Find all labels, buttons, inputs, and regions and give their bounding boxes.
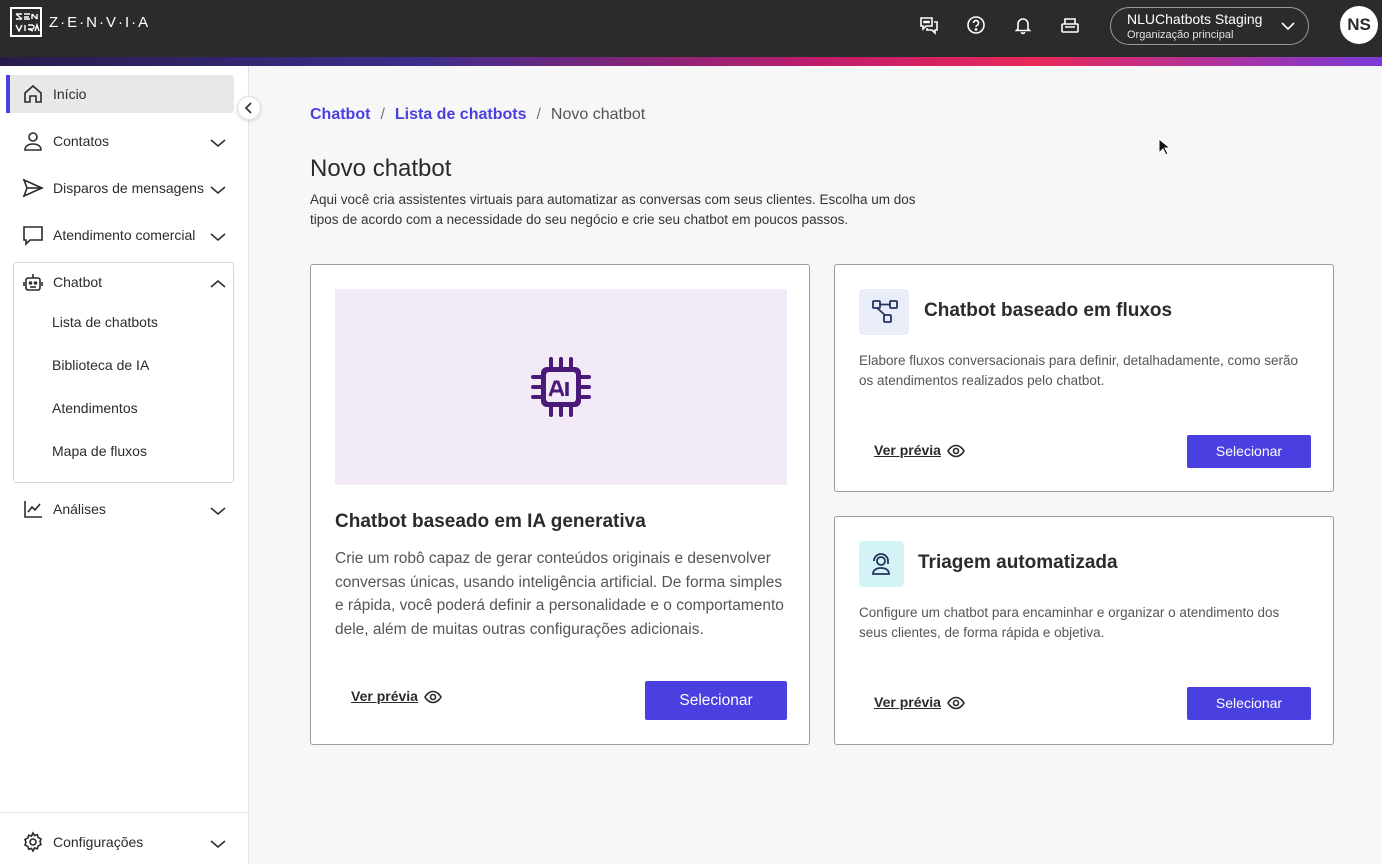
sidebar-item-label: Atendimento comercial xyxy=(53,227,196,243)
chevron-down-icon xyxy=(210,233,226,241)
breadcrumb-lista-chatbots[interactable]: Lista de chatbots xyxy=(395,106,527,123)
page-description: Aqui você cria assistentes virtuais para… xyxy=(310,192,916,227)
ai-hero-banner xyxy=(335,289,787,485)
eye-icon xyxy=(947,444,965,458)
card-triage: Triagem automatizada Configure um chatbo… xyxy=(834,516,1334,745)
select-button[interactable]: Selecionar xyxy=(1187,687,1311,720)
preview-label: Ver prévia xyxy=(874,694,941,710)
sidebar-subitem-atendimentos[interactable]: Atendimentos xyxy=(52,400,138,416)
card-description: Configure um chatbot para encaminhar e o… xyxy=(859,605,1280,640)
chevron-down-icon xyxy=(210,186,226,194)
brand-gradient-bar xyxy=(0,57,1382,66)
sidebar-item-label: Chatbot xyxy=(53,274,103,290)
chevron-left-icon xyxy=(244,102,252,114)
sidebar-subitem-biblioteca-ia[interactable]: Biblioteca de IA xyxy=(52,357,149,373)
avatar[interactable]: NS xyxy=(1340,6,1378,44)
sidebar-item-label: Início xyxy=(53,86,87,102)
flows-icon-tile xyxy=(859,289,909,335)
chevron-down-icon xyxy=(210,139,226,147)
home-icon xyxy=(24,84,42,103)
sidebar-item-label: Configurações xyxy=(53,834,144,850)
card-ai-chatbot: Chatbot baseado em IA generativa Crie um… xyxy=(310,264,810,745)
agent-headset-icon xyxy=(872,553,890,575)
select-button[interactable]: Selecionar xyxy=(645,681,787,720)
help-icon[interactable] xyxy=(965,14,987,36)
breadcrumb: Chatbot / Lista de chatbots / Novo chatbot xyxy=(310,106,645,124)
chevron-down-icon xyxy=(1281,22,1295,31)
card-title: Triagem automatizada xyxy=(918,552,1118,573)
sidebar-item-chatbot[interactable]: Chatbot xyxy=(6,263,234,301)
card-title: Chatbot baseado em IA generativa xyxy=(335,511,646,532)
send-icon xyxy=(22,178,44,198)
card-flows-chatbot: Chatbot baseado em fluxos Elabore fluxos… xyxy=(834,264,1334,492)
top-bar: Z·E·N·V·I·A NLUChatbots Staging Organiza… xyxy=(0,0,1382,57)
sidebar-collapse-button[interactable] xyxy=(237,96,261,120)
sidebar-item-label: Análises xyxy=(53,501,106,517)
sidebar-subitem-mapa-fluxos[interactable]: Mapa de fluxos xyxy=(52,443,147,459)
bell-icon[interactable] xyxy=(1012,14,1034,36)
sidebar-item-label: Disparos de mensagens xyxy=(53,180,204,196)
breadcrumb-current: Novo chatbot xyxy=(550,106,646,123)
breadcrumb-chatbot[interactable]: Chatbot xyxy=(310,106,370,123)
zenvia-logo[interactable] xyxy=(10,7,42,37)
triage-icon-tile xyxy=(859,541,904,587)
eye-icon xyxy=(424,690,442,704)
org-subtitle: Organização principal xyxy=(1127,29,1234,41)
sidebar-item-analises[interactable]: Análises xyxy=(6,490,234,528)
breadcrumb-separator: / xyxy=(380,106,385,123)
sidebar-divider xyxy=(0,812,249,813)
sidebar: Início Contatos Disparos de mensagens At… xyxy=(0,66,249,864)
chat-icon[interactable] xyxy=(918,14,940,36)
inbox-icon[interactable] xyxy=(1059,14,1081,36)
robot-icon xyxy=(23,274,43,291)
chat-bubble-icon xyxy=(23,226,43,246)
preview-label: Ver prévia xyxy=(874,442,941,458)
sidebar-item-label: Contatos xyxy=(53,133,110,149)
org-name: NLUChatbots Staging xyxy=(1127,11,1263,27)
gear-icon xyxy=(24,831,42,853)
sidebar-item-inicio[interactable]: Início xyxy=(6,75,234,113)
page-title: Novo chatbot xyxy=(310,155,452,182)
preview-label: Ver prévia xyxy=(351,688,418,704)
chevron-up-icon xyxy=(210,280,226,288)
breadcrumb-separator: / xyxy=(536,106,541,123)
sidebar-item-atendimento-comercial[interactable]: Atendimento comercial xyxy=(6,216,234,254)
org-selector[interactable]: NLUChatbots Staging Organização principa… xyxy=(1110,7,1309,45)
card-description: Crie um robô capaz de gerar conteúdos or… xyxy=(335,550,784,638)
preview-link[interactable]: Ver prévia xyxy=(874,694,965,712)
sidebar-item-disparos[interactable]: Disparos de mensagens xyxy=(6,169,234,207)
sidebar-item-contatos[interactable]: Contatos xyxy=(6,122,234,160)
sidebar-subitem-lista-chatbots[interactable]: Lista de chatbots xyxy=(52,314,158,330)
chart-icon xyxy=(24,501,42,518)
eye-icon xyxy=(947,696,965,710)
ai-chip-icon xyxy=(531,357,591,417)
card-description: Elabore fluxos conversacionais para defi… xyxy=(859,353,1299,388)
chevron-down-icon xyxy=(210,507,226,515)
logo-text: Z·E·N·V·I·A xyxy=(49,14,151,31)
select-button[interactable]: Selecionar xyxy=(1187,435,1311,468)
person-icon xyxy=(24,132,42,151)
mouse-cursor-icon xyxy=(1158,138,1170,156)
preview-link[interactable]: Ver prévia xyxy=(351,688,442,706)
chevron-down-icon xyxy=(210,840,226,848)
flow-diagram-icon xyxy=(872,300,898,323)
sidebar-item-configuracoes[interactable]: Configurações xyxy=(6,823,234,861)
preview-link[interactable]: Ver prévia xyxy=(874,442,965,460)
card-title: Chatbot baseado em fluxos xyxy=(924,300,1173,321)
